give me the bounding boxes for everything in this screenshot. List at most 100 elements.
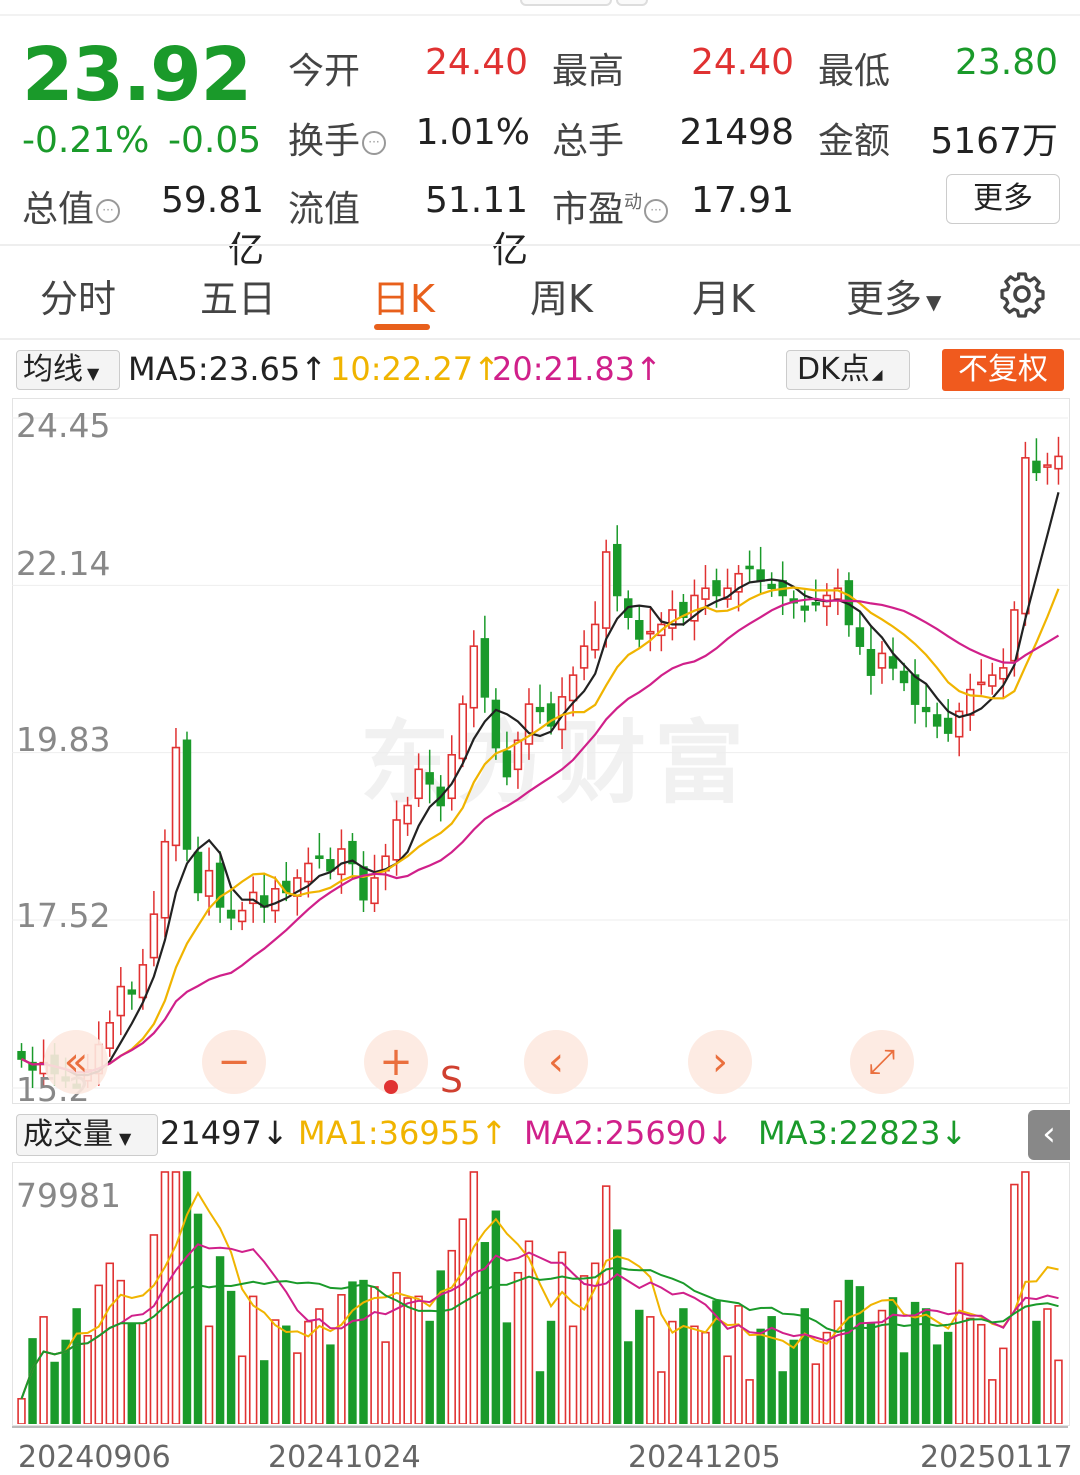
candle-body <box>480 638 490 698</box>
candle-body <box>767 583 776 590</box>
expand-button[interactable]: ⤢ <box>850 1030 914 1094</box>
tab-more[interactable]: 更多 ▼ <box>846 268 941 323</box>
candle-body <box>999 667 1008 680</box>
float-value: 51.11亿 <box>424 180 528 271</box>
turnover-label[interactable]: 换手 ··· <box>288 112 387 164</box>
arrow-up-icon: ↑ <box>635 350 662 388</box>
tabs-divider <box>0 338 1080 340</box>
buy-marker-dot <box>384 1080 398 1094</box>
zoom-out-button[interactable]: − <box>202 1030 266 1094</box>
candle-body <box>601 551 611 629</box>
open-label: 今开 <box>288 51 361 92</box>
tab-weekly-k[interactable]: 周K <box>530 268 593 323</box>
candle-body <box>745 565 754 570</box>
volume-value: 21498 <box>679 112 794 153</box>
volume-bar <box>921 1308 931 1424</box>
candle-body <box>359 866 368 901</box>
float-label: 流值 <box>288 189 361 230</box>
top-handle-small <box>616 0 648 6</box>
candle-body <box>502 750 512 778</box>
prev-button[interactable]: ‹ <box>524 1030 588 1094</box>
ma-selector[interactable]: 均线 ▼ <box>16 350 120 390</box>
candle-body <box>899 670 909 684</box>
volume-bar <box>988 1379 997 1424</box>
candle-body <box>800 605 809 611</box>
volume-bar <box>50 1361 59 1424</box>
volume-bar <box>513 1271 523 1424</box>
arrow-down-icon: ↓ <box>940 1114 968 1152</box>
volume-bar <box>326 1344 335 1424</box>
volume-bar <box>811 1363 821 1424</box>
volume-bar <box>149 1234 159 1424</box>
header-divider <box>0 244 1080 246</box>
mktcap-label[interactable]: 总值 ··· <box>22 180 121 232</box>
more-button[interactable]: 更多 <box>946 174 1060 224</box>
candle-body <box>1054 455 1063 470</box>
ma10-value: 10:22.27 <box>330 350 474 388</box>
candle-body <box>910 674 920 705</box>
adjust-button[interactable]: 不复权 <box>942 349 1064 391</box>
volume-bar <box>557 1251 567 1424</box>
turnover-label-text: 换手 <box>288 121 361 162</box>
volume-bar <box>458 1218 467 1424</box>
ma5-value: MA5:23.65 <box>128 350 301 388</box>
ellipsis-circle-icon[interactable]: ··· <box>362 131 387 155</box>
back-button[interactable]: « <box>44 1030 108 1094</box>
candle-body <box>491 699 501 749</box>
dk-point-button[interactable]: DK点 ◢ <box>786 350 910 390</box>
high-label: 最高 <box>552 51 625 92</box>
pe-label-text: 市盈 <box>552 189 625 230</box>
x-axis-label: 20250117 <box>920 1440 1073 1475</box>
candle-body <box>193 851 203 894</box>
candle-body <box>1021 457 1030 615</box>
volume-bar <box>635 1309 644 1424</box>
tab-five-day[interactable]: 五日 <box>200 268 276 323</box>
ellipsis-circle-icon[interactable]: ··· <box>96 199 121 223</box>
low-value: 23.80 <box>954 42 1058 83</box>
candle-body <box>17 1050 26 1060</box>
ma20-value: 20:21.83 <box>492 350 636 388</box>
caret-down-icon: ▼ <box>926 289 942 314</box>
kline-chart[interactable] <box>12 398 1068 1102</box>
collapse-panel-button[interactable]: ‹ <box>1028 1110 1070 1160</box>
volume-bar <box>568 1325 578 1424</box>
candle-body <box>1032 460 1041 474</box>
volume-bar <box>657 1371 666 1424</box>
volume-bar <box>535 1371 545 1424</box>
current-price: 23.92 <box>22 32 252 118</box>
x-axis-line <box>12 1426 1068 1428</box>
tab-monthly-k[interactable]: 月K <box>692 268 755 323</box>
pe-value: 17.91 <box>690 180 794 221</box>
candle-body <box>138 964 148 999</box>
volume-bar <box>282 1325 291 1424</box>
x-axis-label: 20241205 <box>628 1440 781 1475</box>
volume-selector[interactable]: 成交量 ▼ <box>16 1114 158 1156</box>
candle-body <box>877 652 887 669</box>
gear-icon[interactable] <box>998 270 1046 318</box>
volume-bar <box>822 1331 832 1424</box>
tab-intraday[interactable]: 分时 <box>40 268 116 323</box>
volume-bar <box>425 1320 434 1424</box>
chevron-left-icon: ‹ <box>1042 1114 1056 1154</box>
candle-body <box>888 656 898 669</box>
next-button[interactable]: › <box>688 1030 752 1094</box>
turnover-value: 1.01% <box>415 112 530 153</box>
candle-body <box>756 569 765 582</box>
candle-body <box>237 909 247 923</box>
volume-bar <box>877 1309 887 1424</box>
volume-bar <box>624 1341 633 1424</box>
volume-bar <box>800 1308 809 1424</box>
change-amount: -0.05 <box>168 120 262 161</box>
volume-chart[interactable] <box>12 1162 1068 1424</box>
volume-readout: 21497↓ <box>160 1114 289 1152</box>
volume-bar <box>138 1322 148 1424</box>
caret-down-icon: ▼ <box>87 364 100 383</box>
vol-ma3-readout: MA3:22823↓ <box>758 1114 967 1152</box>
tab-daily-k[interactable]: 日K <box>372 268 435 323</box>
pe-label[interactable]: 市盈动 ··· <box>552 180 669 232</box>
open-value: 24.40 <box>424 42 528 83</box>
price-axis-label: 24.45 <box>16 406 111 445</box>
volume-bar <box>789 1339 798 1424</box>
volume-bar <box>259 1360 269 1424</box>
ellipsis-circle-icon[interactable]: ··· <box>644 199 669 223</box>
